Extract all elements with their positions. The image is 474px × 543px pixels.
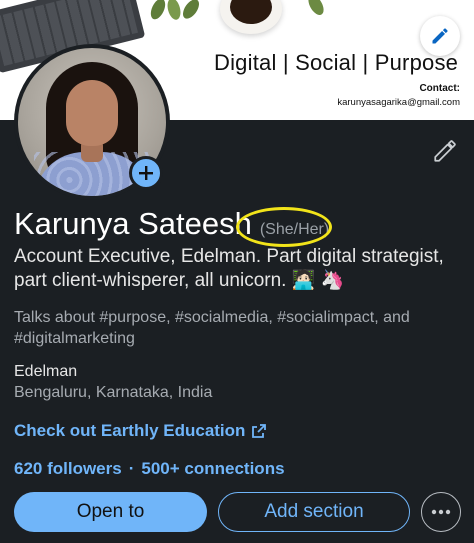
open-to-button[interactable]: Open to (14, 492, 207, 532)
banner-contact-label: Contact: (419, 83, 460, 94)
highlight-circle-annotation (236, 207, 332, 247)
leaf-decoration (147, 0, 169, 22)
more-options-button[interactable] (421, 492, 461, 532)
profile-location: Bengaluru, Karnataka, India (14, 384, 213, 401)
leaf-decoration (165, 0, 183, 22)
custom-link[interactable]: Check out Earthly Education (14, 421, 267, 441)
edit-banner-button[interactable] (420, 16, 460, 56)
profile-name: Karunya Sateesh (14, 206, 252, 241)
banner-tagline: Digital | Social | Purpose (214, 50, 459, 75)
pencil-icon (434, 140, 456, 162)
followers-link[interactable]: 620 followers (14, 459, 122, 479)
add-section-button[interactable]: Add section (218, 492, 410, 532)
edit-profile-button[interactable] (430, 136, 460, 166)
leaf-decoration (305, 0, 327, 18)
external-link-icon (252, 424, 267, 438)
stats-separator: · (128, 459, 135, 478)
plus-icon (139, 166, 153, 180)
leaf-decoration (179, 0, 203, 22)
coffee-cup-photo (220, 0, 282, 34)
banner-contact-email: karunyasagarika@gmail.com (337, 97, 460, 108)
pencil-icon (432, 28, 448, 44)
add-photo-button[interactable] (129, 156, 163, 190)
talks-about: Talks about #purpose, #socialmedia, #soc… (14, 309, 410, 347)
custom-link-text: Check out Earthly Education (14, 421, 246, 440)
profile-headline: Account Executive, Edelman. Part digital… (14, 246, 444, 291)
ellipsis-icon (431, 509, 451, 515)
connections-link[interactable]: 500+ connections (141, 459, 284, 479)
network-stats: 620 followers · 500+ connections (14, 459, 285, 479)
current-company: Edelman (14, 363, 78, 380)
